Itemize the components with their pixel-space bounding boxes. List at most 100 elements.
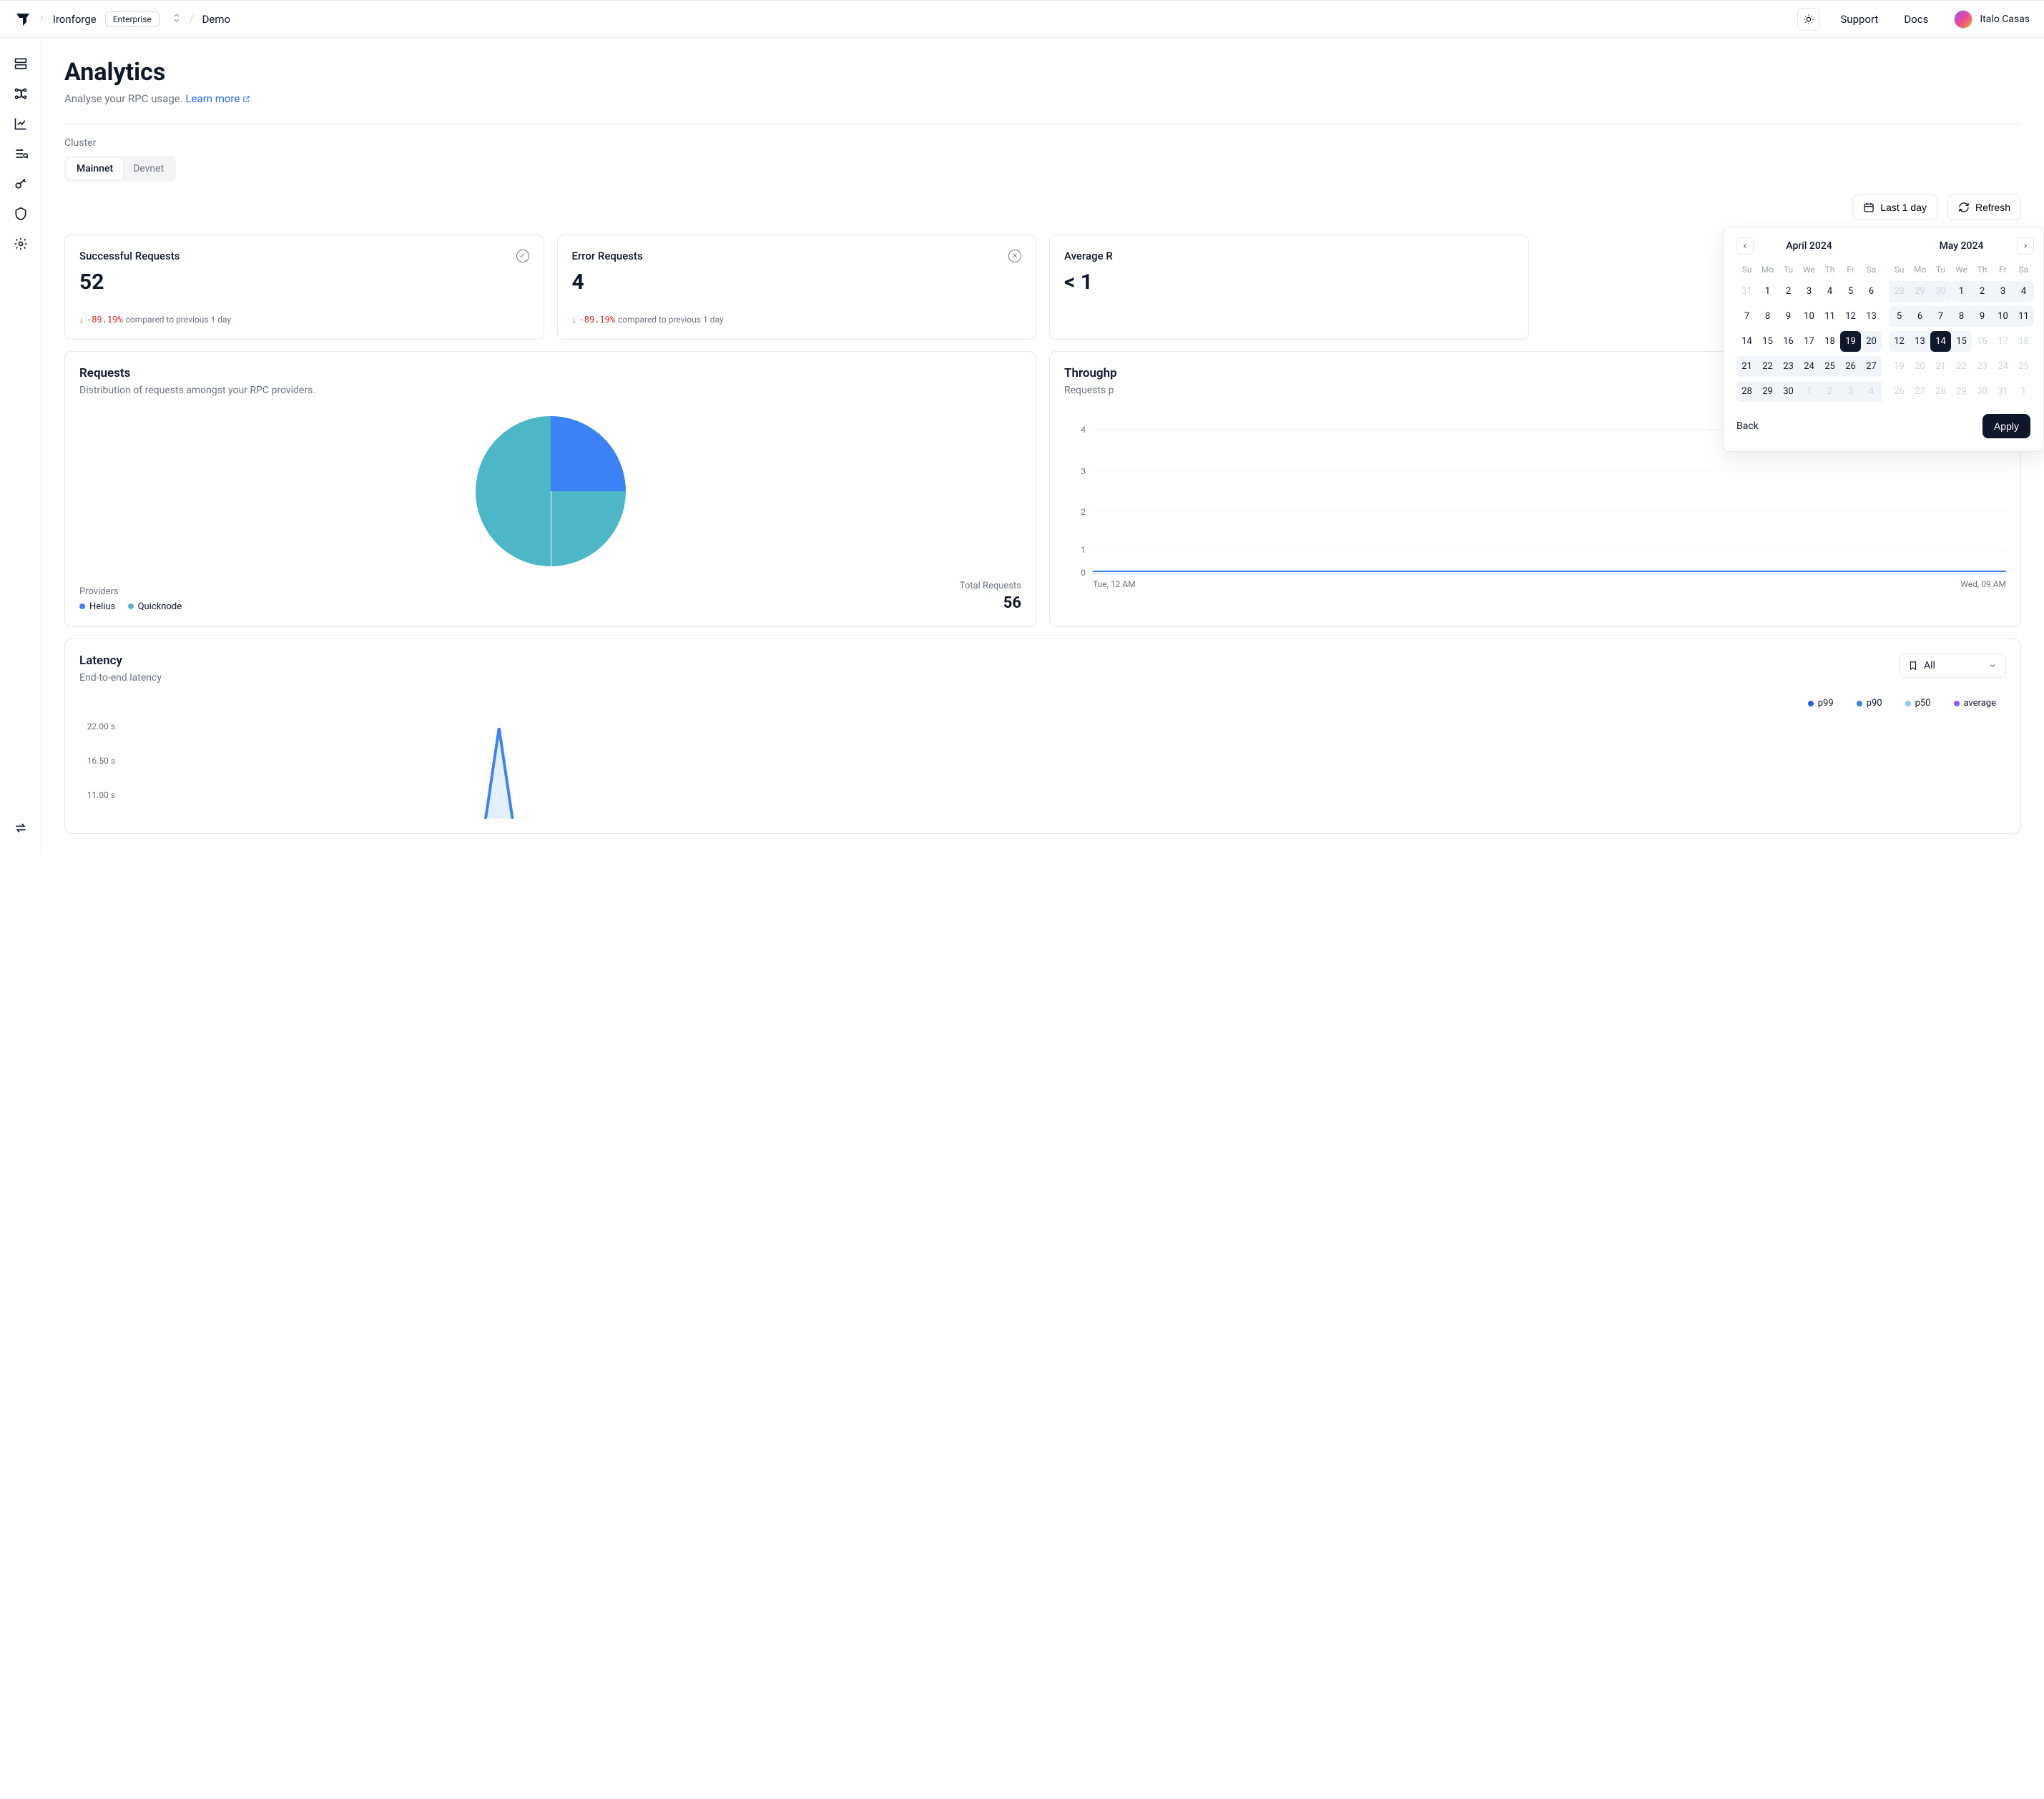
calendar-day[interactable]: 15 xyxy=(1951,331,1972,352)
cluster-option-mainnet[interactable]: Mainnet xyxy=(67,158,123,179)
sidebar-item-routes[interactable] xyxy=(12,85,29,102)
calendar-day[interactable]: 19 xyxy=(1840,331,1861,352)
datepicker-back-button[interactable]: Back xyxy=(1736,420,1759,432)
calendar-day[interactable]: 6 xyxy=(1910,306,1930,327)
calendar-day[interactable]: 12 xyxy=(1840,306,1861,327)
calendar-day[interactable]: 26 xyxy=(1840,356,1861,377)
calendar-dow: Th xyxy=(1819,260,1840,279)
calendar-day[interactable]: 12 xyxy=(1889,331,1910,352)
refresh-button[interactable]: Refresh xyxy=(1947,194,2021,220)
calendar-day[interactable]: 5 xyxy=(1889,306,1910,327)
calendar-dow: We xyxy=(1951,260,1972,279)
calendar-day[interactable]: 27 xyxy=(1861,356,1882,377)
calendar-day[interactable]: 3 xyxy=(1993,281,2013,302)
calendar-day[interactable]: 1 xyxy=(1757,281,1778,302)
user-menu[interactable]: Italo Casas xyxy=(1954,10,2030,29)
sidebar-item-keys[interactable] xyxy=(12,175,29,192)
breadcrumb-slash: / xyxy=(40,14,44,25)
calendar-day[interactable]: 7 xyxy=(1736,306,1757,327)
calendar-day[interactable]: 29 xyxy=(1757,381,1778,402)
support-link[interactable]: Support xyxy=(1840,13,1878,26)
calendar-dow: We xyxy=(1799,260,1819,279)
calendar-day[interactable]: 3 xyxy=(1799,281,1819,302)
calendar-day[interactable]: 28 xyxy=(1736,381,1757,402)
calendar-day[interactable]: 30 xyxy=(1778,381,1799,402)
topbar: / Ironforge Enterprise / Demo Support Do… xyxy=(0,0,2044,38)
calendar-day[interactable]: 5 xyxy=(1840,281,1861,302)
sidebar-item-analytics[interactable] xyxy=(12,115,29,132)
sidebar-item-servers[interactable] xyxy=(12,55,29,72)
avatar xyxy=(1954,10,1972,29)
calendar-day: 30 xyxy=(1930,281,1951,302)
calendar-day[interactable]: 8 xyxy=(1951,306,1972,327)
user-name: Italo Casas xyxy=(1980,14,2030,25)
calendar-day[interactable]: 17 xyxy=(1799,331,1819,352)
panel-desc: End-to-end latency xyxy=(79,672,162,684)
sidebar-item-logs[interactable] xyxy=(12,145,29,162)
docs-link[interactable]: Docs xyxy=(1904,13,1928,26)
calendar-day[interactable]: 23 xyxy=(1778,356,1799,377)
legend-item-quicknode: Quicknode xyxy=(128,601,182,612)
theme-toggle-button[interactable] xyxy=(1797,8,1820,31)
requests-panel: Requests Distribution of requests amongs… xyxy=(64,351,1036,627)
sidebar-item-settings[interactable] xyxy=(12,235,29,252)
calendar-day[interactable]: 11 xyxy=(1819,306,1840,327)
calendar-day[interactable]: 14 xyxy=(1930,331,1951,352)
calendar-dow: Sa xyxy=(1861,260,1882,279)
x-circle-icon: ✕ xyxy=(1008,250,1021,262)
calendar-day[interactable]: 6 xyxy=(1861,281,1882,302)
calendar-day: 4 xyxy=(1861,381,1882,402)
latency-panel: Latency End-to-end latency All p99 p90 p… xyxy=(64,639,2021,834)
calendar-day[interactable]: 2 xyxy=(1778,281,1799,302)
calendar-day[interactable]: 21 xyxy=(1736,356,1757,377)
calendar-day[interactable]: 15 xyxy=(1757,331,1778,352)
check-circle-icon: ✓ xyxy=(516,250,529,262)
calendar-day[interactable]: 2 xyxy=(1972,281,1993,302)
external-link-icon xyxy=(242,95,250,103)
calendar-day: 29 xyxy=(1910,281,1930,302)
calendar-day[interactable]: 9 xyxy=(1972,306,1993,327)
latency-filter-dropdown[interactable]: All xyxy=(1899,654,2006,678)
calendar-day[interactable]: 4 xyxy=(1819,281,1840,302)
breadcrumb-project[interactable]: Demo xyxy=(202,13,231,26)
calendar-day: 23 xyxy=(1972,356,1993,377)
calendar-day: 26 xyxy=(1889,381,1910,402)
cluster-option-devnet[interactable]: Devnet xyxy=(123,158,174,179)
providers-label: Providers xyxy=(79,586,192,597)
chevron-right-icon xyxy=(2022,242,2029,250)
prev-month-button[interactable] xyxy=(1736,237,1754,255)
calendar-day[interactable]: 24 xyxy=(1799,356,1819,377)
calendar-day[interactable]: 14 xyxy=(1736,331,1757,352)
next-month-button[interactable] xyxy=(2017,237,2034,255)
calendar-day[interactable]: 10 xyxy=(1799,306,1819,327)
calendar-day[interactable]: 13 xyxy=(1861,306,1882,327)
calendar-day[interactable]: 25 xyxy=(1819,356,1840,377)
legend-average: average xyxy=(1954,698,1997,709)
card-successful-requests: Successful Requests ✓ 52 ↓ -89.19% compa… xyxy=(64,235,544,340)
breadcrumb-org[interactable]: Ironforge xyxy=(53,13,97,26)
sidebar-item-swap[interactable] xyxy=(12,819,29,837)
calendar-day[interactable]: 8 xyxy=(1757,306,1778,327)
chevron-updown-icon[interactable] xyxy=(172,12,181,26)
calendar-day[interactable]: 16 xyxy=(1778,331,1799,352)
calendar-day[interactable]: 22 xyxy=(1757,356,1778,377)
date-range-button[interactable]: Last 1 day xyxy=(1852,194,1937,220)
month-title: April 2024 xyxy=(1786,240,1832,252)
calendar-day[interactable]: 1 xyxy=(1951,281,1972,302)
learn-more-link[interactable]: Learn more xyxy=(185,92,250,105)
datepicker-apply-button[interactable]: Apply xyxy=(1982,414,2030,438)
calendar-day[interactable]: 11 xyxy=(2013,306,2034,327)
calendar-day[interactable]: 18 xyxy=(1819,331,1840,352)
logo-icon xyxy=(14,11,31,28)
calendar-day: 22 xyxy=(1951,356,1972,377)
calendar-day[interactable]: 20 xyxy=(1861,331,1882,352)
calendar-day[interactable]: 10 xyxy=(1993,306,2013,327)
calendar-day: 31 xyxy=(1993,381,2013,402)
sidebar-item-security[interactable] xyxy=(12,205,29,222)
calendar-day[interactable]: 13 xyxy=(1910,331,1930,352)
calendar-day[interactable]: 4 xyxy=(2013,281,2034,302)
calendar-day[interactable]: 7 xyxy=(1930,306,1951,327)
calendar-icon xyxy=(1863,202,1875,213)
calendar-day: 20 xyxy=(1910,356,1930,377)
calendar-day[interactable]: 9 xyxy=(1778,306,1799,327)
